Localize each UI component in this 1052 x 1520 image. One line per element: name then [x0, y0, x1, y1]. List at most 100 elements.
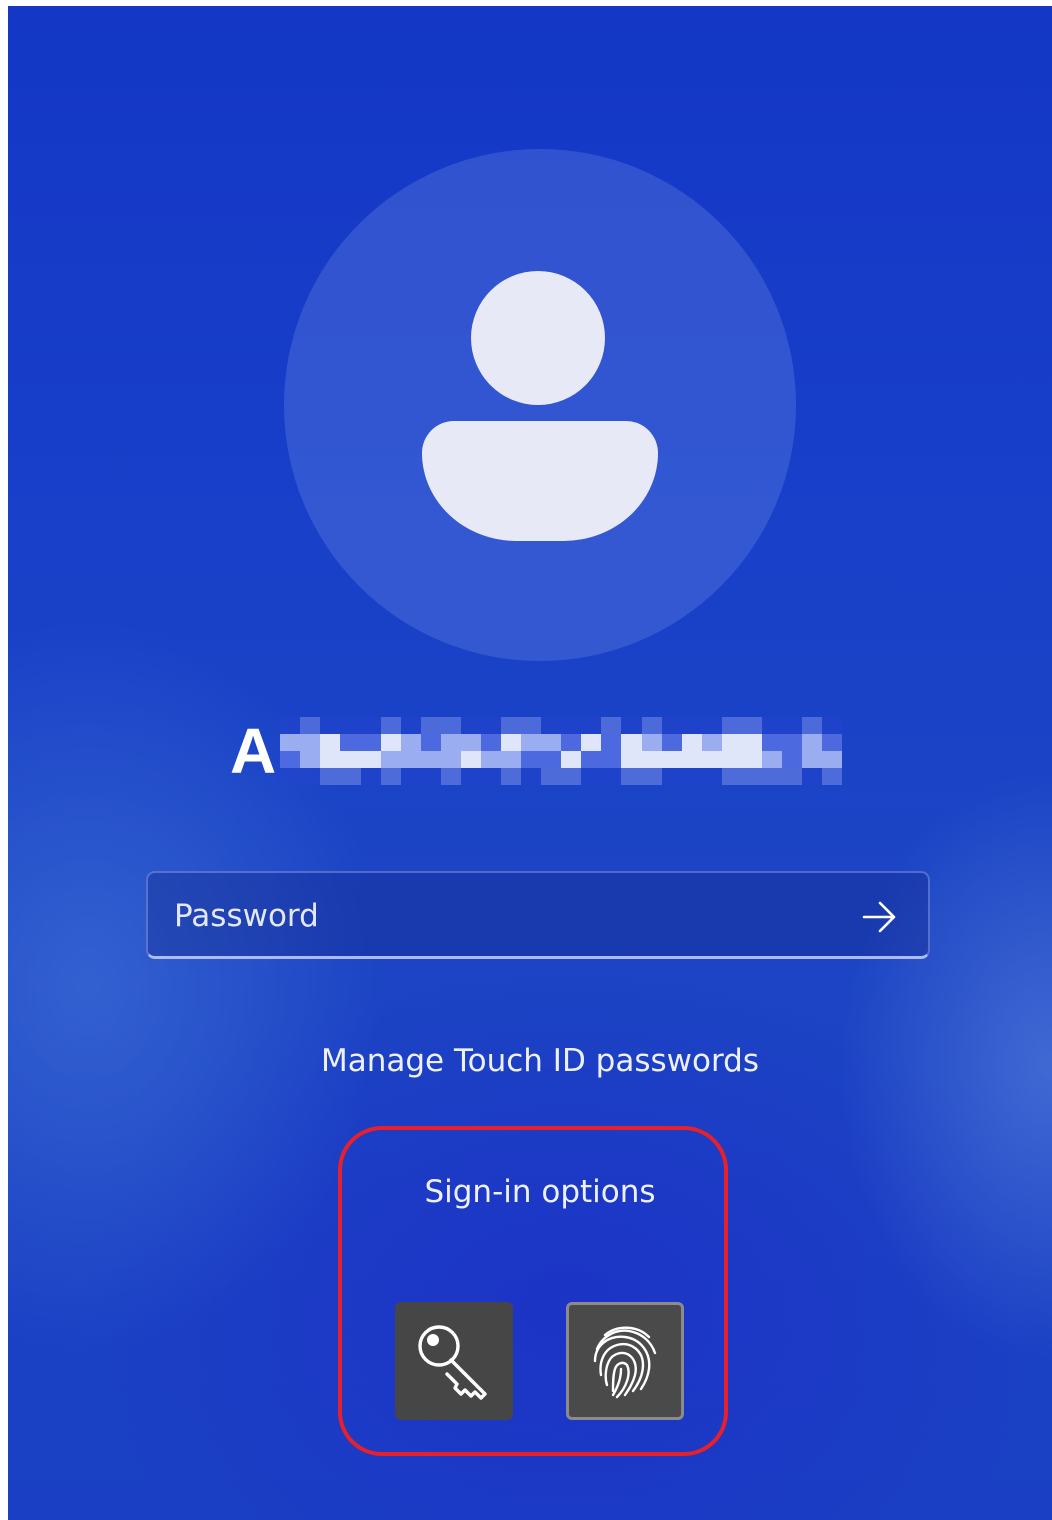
pixel-block: [300, 734, 321, 751]
pixel-block: [320, 751, 341, 768]
fingerprint-option-button[interactable]: [566, 1302, 684, 1420]
pixel-block: [501, 734, 522, 751]
pixel-block: [460, 751, 481, 768]
pixel-block: [280, 734, 301, 751]
sign-in-options-title: Sign-in options: [424, 1174, 656, 1210]
pixel-block: [280, 768, 301, 785]
pixel-block: [802, 768, 823, 785]
pixel-block: [681, 751, 702, 768]
pixel-block: [601, 751, 622, 768]
pixel-block: [360, 717, 381, 734]
pixel-block: [641, 751, 662, 768]
pixel-block: [681, 717, 702, 734]
pixel-block: [621, 751, 642, 768]
pixel-block: [661, 734, 682, 751]
pixel-block: [701, 717, 722, 734]
pixel-block: [440, 751, 461, 768]
pixel-block: [320, 734, 341, 751]
pixel-block: [621, 734, 642, 751]
pixel-block: [501, 717, 522, 734]
pixel-block: [280, 717, 301, 734]
pixel-block: [541, 751, 562, 768]
pixel-block: [521, 768, 542, 785]
pixel-block: [661, 751, 682, 768]
pixel-block: [380, 751, 401, 768]
pixel-block: [440, 717, 461, 734]
pixel-block: [701, 751, 722, 768]
pixel-block: [460, 734, 481, 751]
pixel-block: [400, 717, 421, 734]
pixel-block: [581, 751, 602, 768]
pixel-block: [541, 717, 562, 734]
pixel-block: [782, 768, 803, 785]
pixel-block: [601, 768, 622, 785]
pixel-block: [340, 768, 361, 785]
pixel-block: [521, 717, 542, 734]
pixel-block: [561, 717, 582, 734]
pixel-block: [721, 768, 742, 785]
password-box[interactable]: [146, 871, 930, 959]
pixel-block: [300, 768, 321, 785]
pixel-block: [340, 717, 361, 734]
avatar-body-icon: [422, 421, 658, 541]
pixel-block: [541, 768, 562, 785]
pixel-block: [621, 717, 642, 734]
key-icon: [418, 1325, 487, 1400]
pixel-block: [741, 734, 762, 751]
pixel-block: [822, 751, 843, 768]
pixel-block: [741, 717, 762, 734]
pixel-block: [561, 768, 582, 785]
pixel-block: [460, 768, 481, 785]
pixel-block: [802, 751, 823, 768]
avatar-head-icon: [471, 271, 605, 405]
pixel-block: [761, 768, 782, 785]
pixel-block: [561, 734, 582, 751]
pixel-block: [300, 751, 321, 768]
submit-button[interactable]: [854, 891, 906, 943]
pixel-block: [681, 734, 702, 751]
pixel-block: [802, 734, 823, 751]
pixel-block: [400, 734, 421, 751]
pixel-block: [521, 734, 542, 751]
pixel-block: [621, 768, 642, 785]
pixel-block: [782, 734, 803, 751]
pixel-block: [721, 751, 742, 768]
pixel-block: [601, 734, 622, 751]
pixel-block: [581, 717, 602, 734]
pixel-block: [641, 734, 662, 751]
pixel-block: [420, 717, 441, 734]
pixel-block: [400, 768, 421, 785]
user-name-initial: A: [230, 715, 277, 787]
pixel-block: [420, 768, 441, 785]
pixel-block: [521, 751, 542, 768]
pixel-block: [360, 734, 381, 751]
pixel-block: [420, 734, 441, 751]
pixel-block: [741, 768, 762, 785]
pixel-block: [681, 768, 702, 785]
pixel-block: [641, 717, 662, 734]
pixel-block: [721, 717, 742, 734]
pixel-block: [480, 734, 501, 751]
pixel-block: [601, 717, 622, 734]
manage-touch-id-link[interactable]: Manage Touch ID passwords: [8, 1043, 1052, 1079]
user-avatar: [284, 149, 796, 661]
pixel-block: [501, 768, 522, 785]
pixel-block: [300, 717, 321, 734]
pixel-block: [360, 751, 381, 768]
pixel-block: [360, 768, 381, 785]
pixel-block: [320, 768, 341, 785]
password-key-option-button[interactable]: [395, 1302, 513, 1420]
pixel-block: [822, 717, 843, 734]
pixel-block: [641, 768, 662, 785]
pixel-block: [761, 751, 782, 768]
pixel-block: [661, 768, 682, 785]
pixel-block: [340, 751, 361, 768]
pixel-block: [480, 751, 501, 768]
pixel-block: [400, 751, 421, 768]
pixel-block: [661, 717, 682, 734]
pixel-block: [440, 768, 461, 785]
pixel-block: [340, 734, 361, 751]
pixel-block: [581, 768, 602, 785]
password-input[interactable]: [172, 883, 836, 949]
pixel-block: [782, 717, 803, 734]
